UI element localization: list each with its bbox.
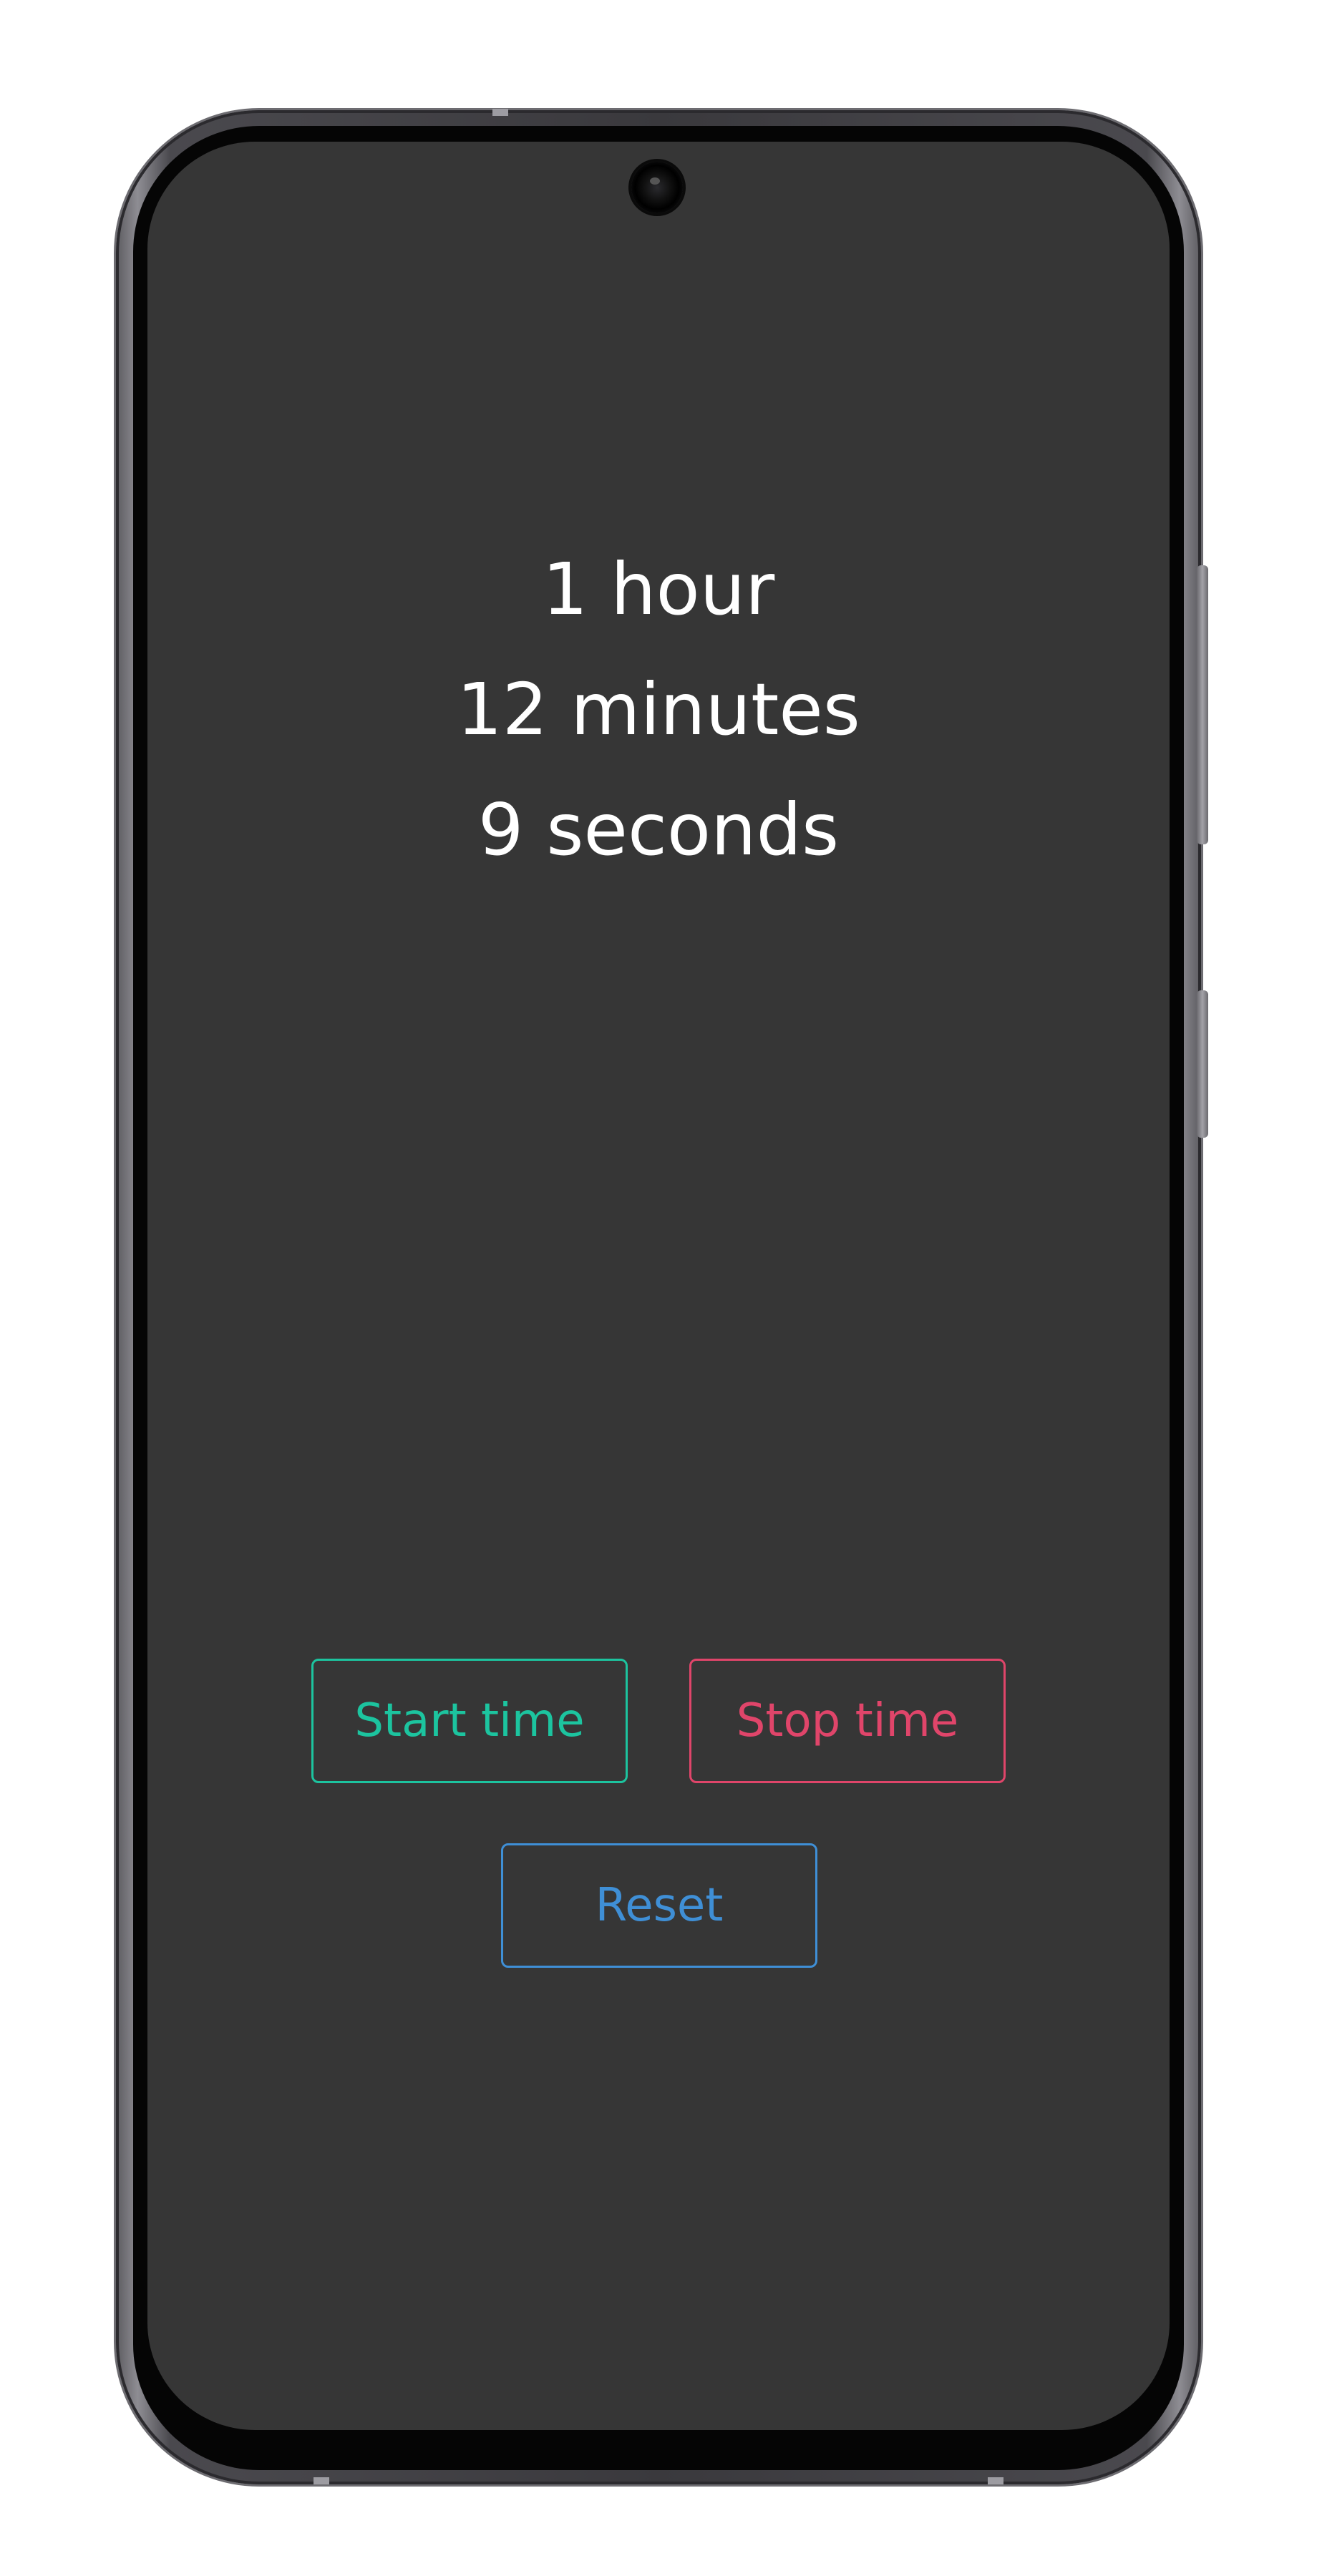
app-screen	[147, 142, 1170, 2430]
device-stage: 1 hour 12 minutes 9 seconds Start time S…	[0, 0, 1317, 2576]
start-time-button[interactable]: Start time	[311, 1659, 628, 1783]
frame-antenna-line-top	[492, 109, 508, 116]
power-button	[1197, 990, 1208, 1138]
timer-display: 1 hour 12 minutes 9 seconds	[147, 530, 1170, 890]
timer-minutes: 12 minutes	[457, 668, 860, 751]
volume-button	[1197, 565, 1208, 844]
front-camera-icon	[631, 162, 683, 213]
frame-antenna-line-bottom-right	[988, 2477, 1003, 2484]
timer-seconds: 9 seconds	[477, 788, 840, 872]
reset-button[interactable]: Reset	[501, 1843, 817, 1968]
stop-time-button[interactable]: Stop time	[689, 1659, 1006, 1783]
timer-hours: 1 hour	[542, 547, 775, 631]
frame-antenna-line-bottom-left	[314, 2477, 329, 2484]
